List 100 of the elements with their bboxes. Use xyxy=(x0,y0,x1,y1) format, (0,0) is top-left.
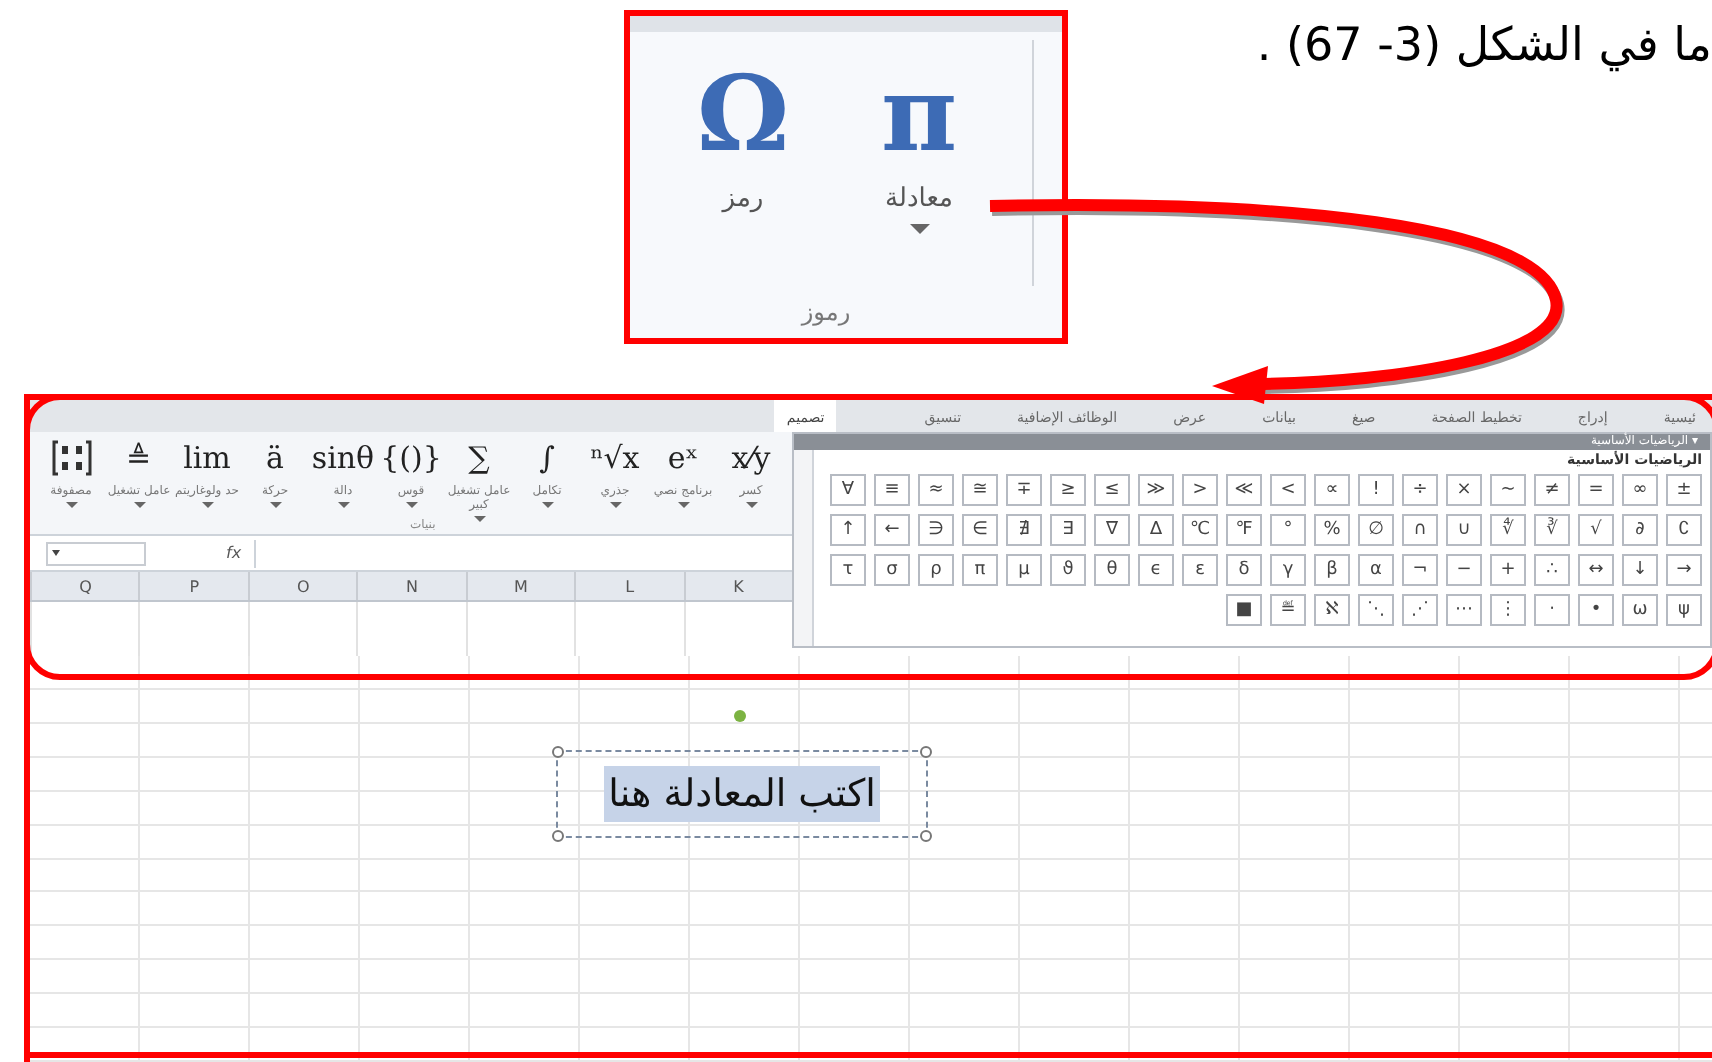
math-glyph: ⁿ√x xyxy=(590,438,640,478)
symbol-key[interactable]: ⋮ xyxy=(1490,594,1526,626)
symbol-key[interactable]: ∆ xyxy=(1138,514,1174,546)
symbol-key[interactable]: ≤ xyxy=(1094,474,1130,506)
symbol-key[interactable]: ÷ xyxy=(1402,474,1438,506)
symbol-key[interactable]: ∴ xyxy=(1534,554,1570,586)
symbol-key[interactable]: ≠ xyxy=(1534,474,1570,506)
symbol-key[interactable]: ≥ xyxy=(1050,474,1086,506)
symbol-key[interactable]: ∝ xyxy=(1314,474,1350,506)
symbol-key[interactable]: σ xyxy=(874,554,910,586)
symbol-key[interactable]: ∩ xyxy=(1402,514,1438,546)
symbol-key[interactable]: ϑ xyxy=(1050,554,1086,586)
symbol-key[interactable]: > xyxy=(1182,474,1218,506)
math-glyph: eˣ xyxy=(667,438,699,478)
symbol-key[interactable]: ± xyxy=(1666,474,1702,506)
symbol-key[interactable]: ℵ xyxy=(1314,594,1350,626)
symbol-key[interactable]: ↑ xyxy=(830,514,866,546)
matrix-icon xyxy=(49,438,93,478)
caption-text: ما في الشكل (3- 67) . xyxy=(1256,18,1712,76)
symbol-key[interactable]: δ xyxy=(1226,554,1262,586)
resize-handle[interactable] xyxy=(552,830,564,842)
symbol-key[interactable]: ∓ xyxy=(1006,474,1042,506)
symbol-key[interactable]: ~ xyxy=(1490,474,1526,506)
symbol-key[interactable]: < xyxy=(1270,474,1306,506)
symbol-key[interactable]: ∇ xyxy=(1094,514,1130,546)
symbol-key[interactable]: • xyxy=(1578,594,1614,626)
symbol-key[interactable]: γ xyxy=(1270,554,1306,586)
symbol-key[interactable]: ∂ xyxy=(1622,514,1658,546)
symbol-key[interactable]: ⋰ xyxy=(1402,594,1438,626)
caret-icon xyxy=(52,550,60,556)
symbol-key[interactable]: τ xyxy=(830,554,866,586)
column-header[interactable]: Q xyxy=(30,572,139,600)
symbol-key[interactable]: ω xyxy=(1622,594,1658,626)
math-glyph: sinθ xyxy=(311,438,375,478)
symbol-key[interactable]: ≡ xyxy=(874,474,910,506)
resize-handle[interactable] xyxy=(920,830,932,842)
symbol-key[interactable]: ρ xyxy=(918,554,954,586)
symbol-key[interactable]: ° xyxy=(1270,514,1306,546)
command-glyph: Ω xyxy=(696,60,790,172)
symbol-key[interactable]: √ xyxy=(1578,514,1614,546)
function-label[interactable]: fx xyxy=(226,541,242,565)
equation-box[interactable]: اكتب المعادلة هنا xyxy=(556,750,928,838)
symbol-key[interactable]: β xyxy=(1314,554,1350,586)
symbol-key[interactable]: ≪ xyxy=(1226,474,1262,506)
math-glyph: x⁄y xyxy=(731,438,771,478)
symbol-key[interactable]: ∜ xyxy=(1490,514,1526,546)
symbol-key[interactable]: ! xyxy=(1358,474,1394,506)
math-glyph: lim xyxy=(183,438,231,478)
symbol-key[interactable]: ⋯ xyxy=(1446,594,1482,626)
resize-handle[interactable] xyxy=(552,746,564,758)
symbol-key[interactable]: ∄ xyxy=(1006,514,1042,546)
math-glyph: ∑ xyxy=(468,438,490,478)
symbol-key[interactable]: · xyxy=(1534,594,1570,626)
resize-handle[interactable] xyxy=(920,746,932,758)
symbol-key[interactable]: ∅ xyxy=(1358,514,1394,546)
column-header[interactable]: M xyxy=(465,572,575,600)
symbol-key[interactable]: μ xyxy=(1006,554,1042,586)
symbol-key[interactable]: ψ xyxy=(1666,594,1702,626)
symbol-key[interactable]: = xyxy=(1578,474,1614,506)
symbol-key[interactable]: π xyxy=(962,554,998,586)
symbol-key[interactable]: ≈ xyxy=(918,474,954,506)
symbol-key[interactable]: ∈ xyxy=(962,514,998,546)
command-glyph: π xyxy=(880,60,958,172)
command-label: معادلة xyxy=(885,182,953,218)
symbol-key[interactable]: α xyxy=(1358,554,1394,586)
panel-scrollbar[interactable] xyxy=(794,450,814,646)
symbol-key[interactable]: θ xyxy=(1094,554,1130,586)
column-header[interactable]: O xyxy=(247,572,357,600)
symbol-key[interactable]: ≫ xyxy=(1138,474,1174,506)
symbol-key[interactable]: ■ xyxy=(1226,594,1262,626)
symbol-key[interactable]: ↓ xyxy=(1622,554,1658,586)
rotate-handle[interactable] xyxy=(734,710,746,722)
equation-placeholder[interactable]: اكتب المعادلة هنا xyxy=(604,766,880,822)
symbol-key[interactable]: ≝ xyxy=(1270,594,1306,626)
symbol-key[interactable]: − xyxy=(1446,554,1482,586)
symbol-key[interactable]: + xyxy=(1490,554,1526,586)
command-label: رمز xyxy=(722,182,764,218)
symbol-key[interactable]: ∪ xyxy=(1446,514,1482,546)
symbol-key[interactable]: ℉ xyxy=(1226,514,1262,546)
symbol-key[interactable]: × xyxy=(1446,474,1482,506)
symbol-key[interactable]: → xyxy=(1666,554,1702,586)
symbol-key[interactable]: ← xyxy=(874,514,910,546)
column-header[interactable]: N xyxy=(356,572,466,600)
symbol-key[interactable]: ε xyxy=(1182,554,1218,586)
symbol-key[interactable]: ϵ xyxy=(1138,554,1174,586)
symbol-key[interactable]: ↔ xyxy=(1578,554,1614,586)
symbol-key[interactable]: ∞ xyxy=(1622,474,1658,506)
symbol-key[interactable]: ℃ xyxy=(1182,514,1218,546)
group-label: رموز xyxy=(798,296,853,330)
symbol-key[interactable]: ∁ xyxy=(1666,514,1702,546)
symbol-key[interactable]: % xyxy=(1314,514,1350,546)
symbol-key[interactable]: ∀ xyxy=(830,474,866,506)
symbol-key[interactable]: ¬ xyxy=(1402,554,1438,586)
column-header[interactable]: L xyxy=(574,572,684,600)
symbol-key[interactable]: ∋ xyxy=(918,514,954,546)
symbol-key[interactable]: ⋱ xyxy=(1358,594,1394,626)
column-header[interactable]: P xyxy=(138,572,248,600)
symbol-key[interactable]: ∛ xyxy=(1534,514,1570,546)
symbol-key[interactable]: ≅ xyxy=(962,474,998,506)
symbol-key[interactable]: ∃ xyxy=(1050,514,1086,546)
